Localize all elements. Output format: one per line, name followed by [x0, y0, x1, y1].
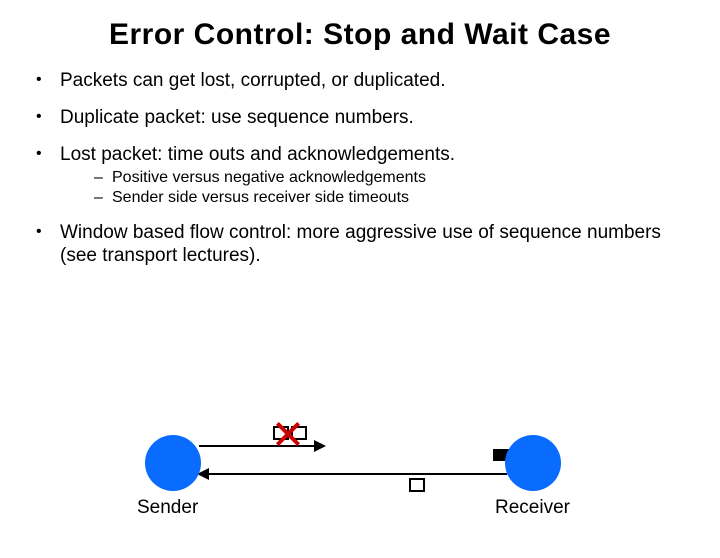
- bullet-text: Packets can get lost, corrupted, or dupl…: [60, 70, 446, 91]
- packet-lost-x-icon: [275, 421, 301, 447]
- bullet-item: Lost packet: time outs and acknowledgeme…: [24, 144, 696, 209]
- bullet-item: Duplicate packet: use sequence numbers.: [24, 107, 696, 130]
- ack-packet-icon: [409, 478, 425, 492]
- sender-label: Sender: [137, 497, 198, 519]
- sub-bullet-list: Positive versus negative acknowledgement…: [60, 168, 696, 208]
- sub-bullet-item: Sender side versus receiver side timeout…: [60, 188, 696, 208]
- slide-body: Packets can get lost, corrupted, or dupl…: [24, 70, 696, 268]
- bottom-arrow-line: [209, 473, 507, 475]
- receiver-node-icon: [505, 435, 561, 491]
- top-arrow-head-icon: [314, 440, 326, 452]
- bullet-list: Packets can get lost, corrupted, or dupl…: [24, 70, 696, 268]
- diagram: Sender Receiver: [115, 413, 585, 543]
- bullet-item: Window based flow control: more aggressi…: [24, 222, 696, 268]
- slide-title: Error Control: Stop and Wait Case: [0, 18, 720, 52]
- bullet-text: Lost packet: time outs and acknowledgeme…: [60, 144, 455, 165]
- receiver-label: Receiver: [495, 497, 570, 519]
- sub-bullet-item: Positive versus negative acknowledgement…: [60, 168, 696, 188]
- bullet-text: Duplicate packet: use sequence numbers.: [60, 107, 414, 128]
- bullet-text: Window based flow control: more aggressi…: [60, 222, 661, 266]
- sender-node-icon: [145, 435, 201, 491]
- bullet-item: Packets can get lost, corrupted, or dupl…: [24, 70, 696, 93]
